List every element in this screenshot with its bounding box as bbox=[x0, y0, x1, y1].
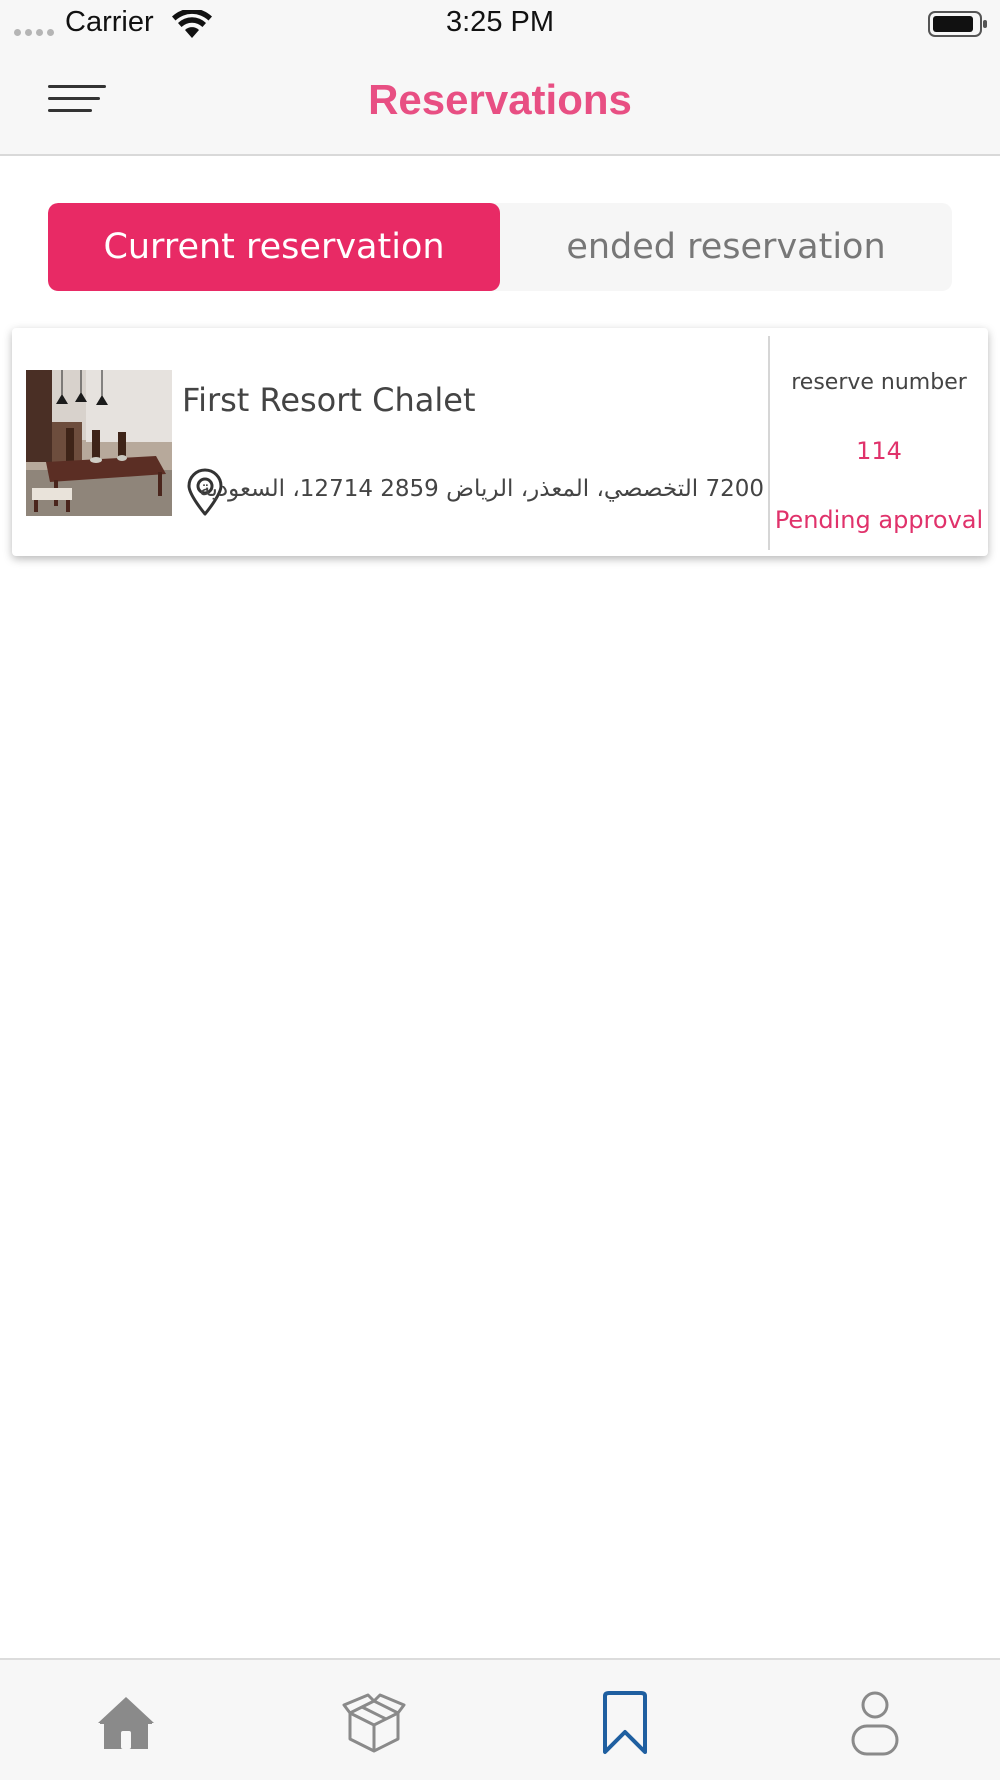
tab-current-reservation[interactable]: Current reservation bbox=[48, 203, 500, 291]
status-time: 3:25 PM bbox=[446, 6, 554, 38]
status-bar: Carrier 3:25 PM bbox=[0, 0, 1000, 48]
profile-icon[interactable] bbox=[835, 1688, 915, 1758]
battery-icon bbox=[928, 11, 987, 37]
bottom-tab-bar bbox=[0, 1658, 1000, 1780]
page-title: Reservations bbox=[368, 76, 632, 123]
chalet-thumbnail-image bbox=[26, 370, 172, 516]
navigation-header: Reservations bbox=[0, 48, 1000, 156]
reserve-number-label: reserve number bbox=[791, 370, 967, 395]
reservation-tabs: Current reservation ended reservation bbox=[48, 203, 952, 291]
reserve-number-value: 114 bbox=[856, 437, 902, 465]
reservation-status: Pending approval bbox=[774, 506, 984, 534]
card-divider bbox=[768, 336, 770, 550]
home-icon[interactable] bbox=[86, 1688, 166, 1758]
box-icon[interactable] bbox=[334, 1688, 414, 1758]
reservation-card[interactable]: First Resort Chalet 7200 التخصصي، المعذر… bbox=[12, 328, 988, 556]
chalet-address: 7200 التخصصي، المعذر، الرياض 2859 12714،… bbox=[199, 476, 764, 502]
bookmark-icon[interactable] bbox=[585, 1688, 665, 1758]
tab-ended-reservation[interactable]: ended reservation bbox=[500, 203, 952, 291]
chalet-name: First Resort Chalet bbox=[182, 381, 476, 419]
